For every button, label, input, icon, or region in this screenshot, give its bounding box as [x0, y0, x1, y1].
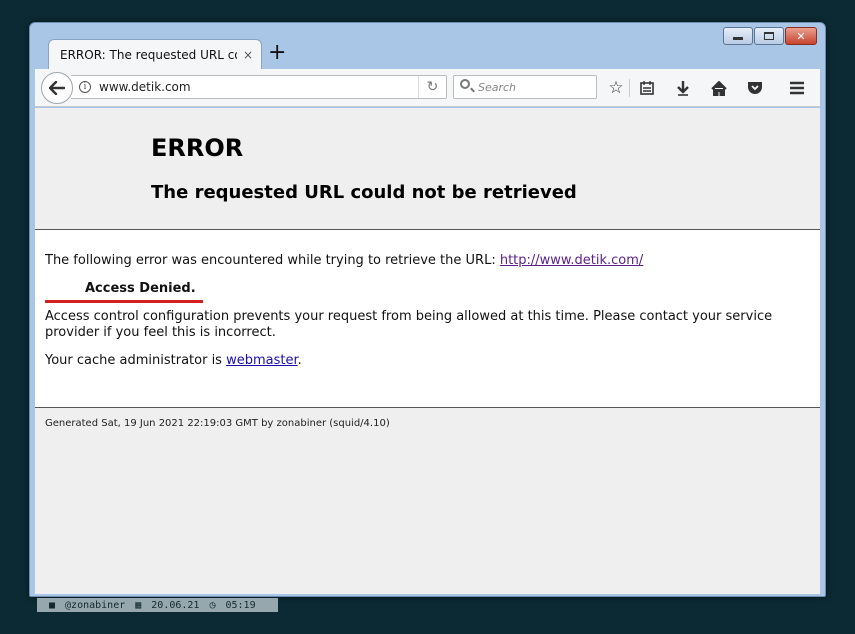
time-text: 05:19 [225, 599, 256, 611]
calendar-icon: ▦ [135, 599, 142, 611]
page-content: ERROR The requested URL could not be ret… [35, 108, 820, 594]
maximize-button[interactable] [754, 27, 784, 45]
cache-admin-text: Your cache administrator is [45, 353, 222, 368]
download-icon[interactable] [672, 77, 694, 99]
url-text[interactable]: www.detik.com [99, 80, 191, 94]
cache-admin-line: Your cache administrator is webmaster. [45, 353, 302, 368]
reload-icon[interactable]: ↻ [418, 76, 446, 98]
minimize-icon [733, 37, 743, 40]
caption-buttons: ✕ [722, 27, 817, 45]
handle-text: @zonabiner [65, 599, 126, 611]
error-description-text: The following error was encountered whil… [45, 253, 496, 268]
close-button[interactable]: ✕ [785, 27, 817, 45]
back-button[interactable] [41, 72, 73, 104]
clock-icon: ◷ [209, 599, 216, 611]
search-icon [460, 79, 470, 89]
search-box[interactable]: Search [453, 75, 597, 99]
maximize-icon [764, 32, 774, 40]
screenshot-statusbar: ■ @zonabiner ▦ 20.06.21 ◷ 05:19 [37, 598, 278, 612]
error-body: The following error was encountered whil… [35, 230, 820, 408]
menu-icon[interactable] [786, 77, 808, 99]
requested-url-link[interactable]: http://www.detik.com/ [500, 253, 643, 268]
info-icon[interactable]: i [79, 81, 91, 93]
minimize-button[interactable] [723, 27, 753, 45]
browser-window: ✕ ERROR: The requested URL could × + i w… [29, 22, 826, 597]
generated-footer: Generated Sat, 19 Jun 2021 22:19:03 GMT … [45, 418, 390, 429]
tab-title: ERROR: The requested URL could [60, 47, 237, 62]
page-subtitle: The requested URL could not be retrieved [151, 182, 577, 203]
error-header: ERROR The requested URL could not be ret… [35, 108, 820, 230]
error-description: The following error was encountered whil… [45, 253, 643, 268]
pocket-icon[interactable] [744, 77, 766, 99]
toolbar-separator [629, 79, 630, 97]
search-placeholder: Search [478, 81, 517, 94]
star-icon[interactable]: ☆ [605, 77, 627, 99]
home-icon[interactable] [708, 77, 730, 99]
access-denied-label: Access Denied. [85, 281, 196, 296]
address-bar[interactable]: i www.detik.com ↻ [71, 75, 447, 99]
close-icon: ✕ [796, 29, 806, 43]
cache-admin-period: . [297, 353, 302, 368]
tab-active[interactable]: ERROR: The requested URL could × [48, 39, 262, 69]
camera-icon: ■ [49, 599, 56, 611]
reading-list-icon[interactable] [636, 77, 658, 99]
navigation-toolbar: i www.detik.com ↻ Search ☆ [35, 69, 820, 107]
new-tab-button[interactable]: + [268, 41, 286, 65]
tab-close-icon[interactable]: × [243, 48, 253, 62]
red-underline-annotation [45, 300, 203, 303]
webmaster-link[interactable]: webmaster [226, 353, 298, 368]
back-arrow-icon [49, 81, 65, 95]
date-text: 20.06.21 [151, 599, 200, 611]
access-control-message: Access control configuration prevents yo… [45, 309, 773, 340]
page-title: ERROR [151, 134, 244, 162]
